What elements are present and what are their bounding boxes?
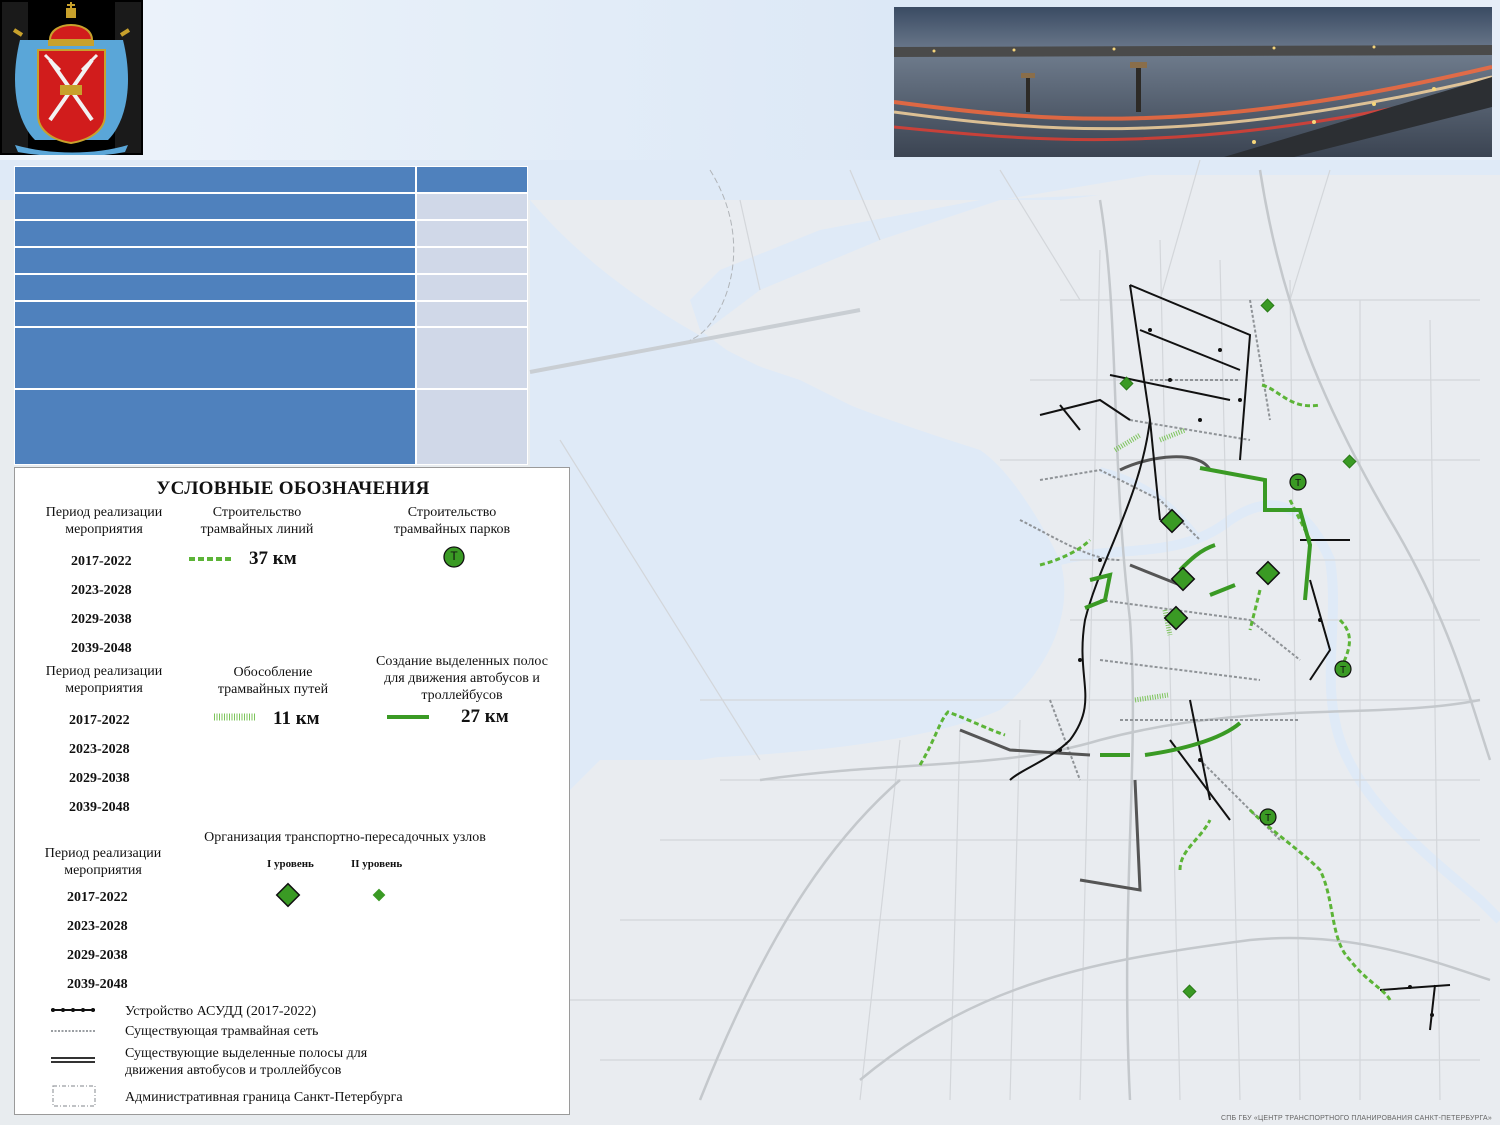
- table-cell: [416, 166, 528, 193]
- table-cell: [14, 220, 416, 247]
- legend-item-asudd: Устройство АСУДД (2017-2022): [125, 1004, 317, 1019]
- table-cell: [14, 247, 416, 274]
- year-label: 2029-2038: [69, 771, 130, 786]
- tram-isolation-symbol: [214, 713, 256, 721]
- table-cell: [14, 389, 416, 465]
- city-bridge-photo: [894, 7, 1492, 157]
- bus-lanes-length: 27 км: [461, 706, 509, 727]
- year-label: 2023-2028: [71, 583, 132, 598]
- table-cell: [416, 327, 528, 389]
- year-label: 2017-2022: [69, 713, 130, 728]
- table-cell: [416, 301, 528, 327]
- hubs-header: Организация транспортно-пересадочных узл…: [204, 830, 486, 845]
- table-cell: [416, 274, 528, 301]
- hub-level-1-icon: [275, 882, 301, 908]
- year-label: 2023-2028: [69, 742, 130, 757]
- legend-title: УСЛОВНЫЕ ОБОЗНАЧЕНИЯ: [156, 478, 430, 499]
- existing-bus-lanes-symbol: [51, 1057, 95, 1063]
- legend-item-admin-boundary: Административная граница Санкт-Петербург…: [125, 1090, 403, 1105]
- year-label: 2023-2028: [67, 919, 128, 934]
- year-label: 2017-2022: [71, 554, 132, 569]
- year-label: 2029-2038: [67, 948, 128, 963]
- tram-park-label: Т: [1295, 478, 1301, 489]
- year-label: 2029-2038: [71, 612, 132, 627]
- table-cell: [416, 193, 528, 220]
- table-cell: [14, 274, 416, 301]
- table-cell: [416, 247, 528, 274]
- tram-lines-header: Строительство трамвайных линий: [200, 505, 314, 537]
- tram-park-symbol-label: Т: [450, 549, 458, 563]
- table-cell: [14, 301, 416, 327]
- year-label: 2039-2048: [67, 977, 128, 992]
- admin-boundary-symbol: [52, 1085, 96, 1107]
- hub-level-1-label: I уровень: [267, 858, 314, 870]
- year-label: 2039-2048: [69, 800, 130, 815]
- existing-tram-symbol: [51, 1030, 95, 1032]
- tram-line-symbol: [189, 557, 231, 561]
- period-header: Период реализации мероприятия: [45, 505, 163, 537]
- table-cell: [416, 220, 528, 247]
- table-cell: [14, 193, 416, 220]
- tram-isolation-header: Обособление трамвайных путей: [217, 665, 329, 697]
- hub-level-2-icon: [372, 888, 386, 902]
- year-label: 2017-2022: [67, 890, 128, 905]
- tram-park-label: Т: [1265, 813, 1271, 824]
- tram-parks-header: Строительство трамвайных парков: [393, 505, 511, 537]
- bus-lanes-header: Создание выделенных полос для движения а…: [376, 654, 548, 703]
- year-label: 2039-2048: [71, 641, 132, 656]
- coat-of-arms-icon: [0, 0, 143, 157]
- table-cell: [416, 389, 528, 465]
- table-cell: [14, 327, 416, 389]
- tram-isolation-length: 11 км: [273, 708, 320, 729]
- map-legend: УСЛОВНЫЕ ОБОЗНАЧЕНИЯ Период реализации м…: [14, 467, 570, 1115]
- bus-lanes-symbol: [387, 715, 429, 719]
- period-header: Период реализации мероприятия: [44, 846, 162, 878]
- tram-park-label: Т: [1340, 665, 1346, 676]
- period-header: Период реализации мероприятия: [45, 664, 163, 696]
- legend-item-existing-bus-lanes: Существующие выделенные полосы для движе…: [125, 1046, 368, 1078]
- tram-lines-length: 37 км: [249, 548, 297, 569]
- credit-text: СПБ ГБУ «ЦЕНТР ТРАНСПОРТНОГО ПЛАНИРОВАНИ…: [1221, 1115, 1492, 1122]
- asudd-symbol: [51, 1008, 95, 1012]
- legend-item-existing-tram: Существующая трамвайная сеть: [125, 1024, 319, 1039]
- hub-level-2-label: II уровень: [351, 858, 403, 870]
- table-cell: [14, 166, 416, 193]
